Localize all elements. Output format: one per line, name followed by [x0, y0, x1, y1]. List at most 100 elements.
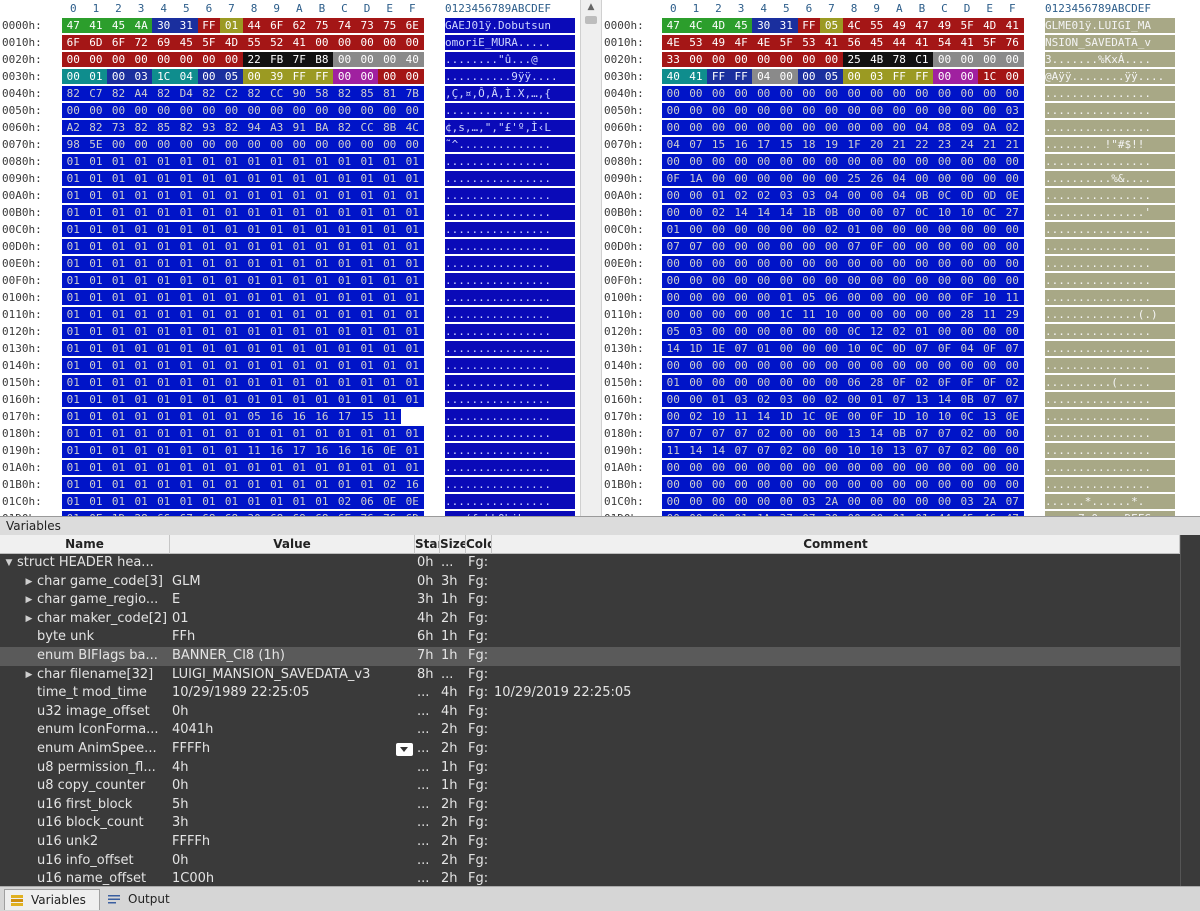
hex-byte[interactable]: B8 — [310, 52, 334, 67]
hex-byte[interactable]: 01 — [175, 341, 198, 356]
hex-byte[interactable]: 07 — [729, 443, 753, 458]
hex-row[interactable]: 0080h: 01 01 01 01 01 01 01 01 01 01 01 01 01 01 01 01..… — [0, 153, 580, 170]
hex-byte[interactable]: 00 — [933, 154, 956, 169]
hex-byte[interactable]: 00 — [933, 52, 956, 67]
hex-byte[interactable]: BA — [310, 120, 334, 135]
hex-byte[interactable]: 00 — [933, 103, 956, 118]
hex-byte[interactable]: 00 — [752, 273, 775, 288]
hex-byte[interactable]: 00 — [865, 460, 888, 475]
hex-byte[interactable]: 01 — [129, 494, 153, 509]
hex-byte[interactable]: 19 — [820, 137, 843, 152]
hex-byte[interactable]: 01 — [333, 171, 356, 186]
hex-byte[interactable]: 01 — [265, 290, 288, 305]
hex-byte[interactable]: 03 — [775, 188, 798, 203]
hex-byte[interactable]: 0C — [978, 205, 1001, 220]
hex-byte[interactable]: A2 — [62, 120, 85, 135]
ascii-text[interactable]: ................ — [1045, 256, 1175, 271]
hex-byte[interactable]: 00 — [378, 137, 401, 152]
hex-byte[interactable]: 11 — [797, 307, 821, 322]
hex-byte[interactable]: 00 — [865, 154, 888, 169]
ascii-text[interactable]: ................ — [445, 154, 575, 169]
hex-byte[interactable]: 01 — [84, 256, 108, 271]
hex-byte[interactable]: 01 — [152, 494, 175, 509]
hex-byte[interactable]: 0C — [865, 341, 888, 356]
hex-row[interactable]: 0170h: 00 02 10 11 14 1D 1C 0E 00 0F 1D 10 10 0C 13 0E..… — [602, 408, 1200, 425]
ascii-text[interactable]: ................ — [445, 307, 575, 322]
hex-byte[interactable]: 00 — [378, 103, 401, 118]
hex-byte[interactable]: 00 — [729, 86, 753, 101]
hex-byte[interactable]: 01 — [197, 290, 221, 305]
hex-byte[interactable]: 01 — [84, 426, 108, 441]
hex-byte[interactable]: 01 — [662, 222, 685, 237]
hex-byte[interactable]: 00 — [888, 120, 911, 135]
hex-byte[interactable]: 00 — [707, 120, 730, 135]
hex-byte[interactable]: 01 — [62, 324, 85, 339]
hex-byte[interactable]: 01 — [175, 307, 198, 322]
hex-byte[interactable]: 14 — [752, 409, 775, 424]
hex-byte[interactable]: 00 — [888, 103, 911, 118]
hex-byte[interactable]: 00 — [333, 103, 356, 118]
hex-byte[interactable]: 01 — [107, 188, 130, 203]
hex-byte[interactable]: 01 — [378, 256, 401, 271]
hex-view-right[interactable]: 0 1 2 3 4 5 6 7 8 9 A B C D E F 0123456789ABCDEF 0000h: 47… — [602, 0, 1200, 516]
hex-byte[interactable]: 00 — [978, 443, 1001, 458]
hex-byte[interactable]: 01 — [355, 477, 379, 492]
hex-byte[interactable]: 00 — [865, 222, 888, 237]
hex-byte[interactable]: 02 — [684, 409, 708, 424]
hex-byte[interactable]: 00 — [797, 154, 821, 169]
hex-byte[interactable]: 00 — [242, 103, 266, 118]
hex-byte[interactable]: 01 — [175, 409, 198, 424]
hex-byte[interactable]: 01 — [107, 477, 130, 492]
hex-byte[interactable]: 01 — [107, 239, 130, 254]
hex-byte[interactable]: 15 — [355, 409, 379, 424]
hex-byte[interactable]: 21 — [888, 137, 911, 152]
hex-byte[interactable]: 01 — [288, 188, 311, 203]
hex-byte[interactable]: 00 — [707, 239, 730, 254]
hex-row[interactable]: 01C0h: 01 01 01 01 01 01 01 01 01 01 01 01 02 06 0E 0E..… — [0, 493, 580, 510]
hex-byte[interactable]: 00 — [797, 273, 821, 288]
hex-byte[interactable]: 01 — [355, 256, 379, 271]
hex-byte[interactable]: 00 — [662, 307, 685, 322]
hex-byte[interactable]: 00 — [729, 222, 753, 237]
hex-byte[interactable]: 00 — [933, 324, 956, 339]
ascii-text[interactable]: ..........(..... — [1045, 375, 1175, 390]
hex-byte[interactable]: 01 — [62, 494, 85, 509]
hex-byte[interactable]: 00 — [978, 222, 1001, 237]
hex-byte[interactable]: 01 — [84, 409, 108, 424]
hex-byte[interactable]: 00 — [707, 477, 730, 492]
hex-byte[interactable]: 26 — [865, 171, 888, 186]
hex-byte[interactable]: 00 — [910, 494, 934, 509]
hex-byte[interactable]: 23 — [933, 137, 956, 152]
hex-byte[interactable]: 00 — [775, 494, 798, 509]
hex-row[interactable]: 0130h: 01 01 01 01 01 01 01 01 01 01 01 01 01 01 01 01..… — [0, 340, 580, 357]
hex-byte[interactable]: 82 — [129, 120, 153, 135]
hex-byte[interactable]: 14 — [684, 443, 708, 458]
hex-byte[interactable]: 00 — [729, 307, 753, 322]
hex-byte[interactable]: 00 — [378, 35, 401, 50]
hex-byte[interactable]: 82 — [175, 120, 198, 135]
hex-byte[interactable]: 00 — [1001, 426, 1024, 441]
hex-byte[interactable]: 00 — [820, 52, 843, 67]
hex-byte[interactable]: 01 — [310, 154, 334, 169]
hex-byte[interactable]: 00 — [842, 392, 866, 407]
hex-byte[interactable]: 01 — [152, 375, 175, 390]
hex-byte[interactable]: 00 — [662, 205, 685, 220]
hex-byte[interactable]: 01 — [288, 290, 311, 305]
hex-byte[interactable]: 01 — [107, 290, 130, 305]
hex-byte[interactable]: 00 — [888, 494, 911, 509]
hex-byte[interactable]: 11 — [662, 443, 685, 458]
hex-byte[interactable]: 00 — [401, 137, 424, 152]
hex-byte[interactable]: 01 — [355, 239, 379, 254]
ascii-text[interactable]: omoriE_MURA..... — [445, 35, 575, 50]
hex-byte[interactable]: 01 — [197, 460, 221, 475]
hex-byte[interactable]: 01 — [220, 273, 243, 288]
hex-byte[interactable]: 01 — [220, 154, 243, 169]
hex-byte[interactable]: 04 — [955, 341, 979, 356]
hex-byte[interactable]: 01 — [288, 375, 311, 390]
hex-byte[interactable]: 00 — [842, 205, 866, 220]
hex-byte[interactable]: 10 — [955, 205, 979, 220]
hex-byte[interactable]: 01 — [152, 460, 175, 475]
hex-byte[interactable]: 4E — [752, 35, 775, 50]
ascii-text[interactable]: GAEJ01ÿ.Dobutsun — [445, 18, 575, 33]
hex-byte[interactable]: 01 — [220, 358, 243, 373]
